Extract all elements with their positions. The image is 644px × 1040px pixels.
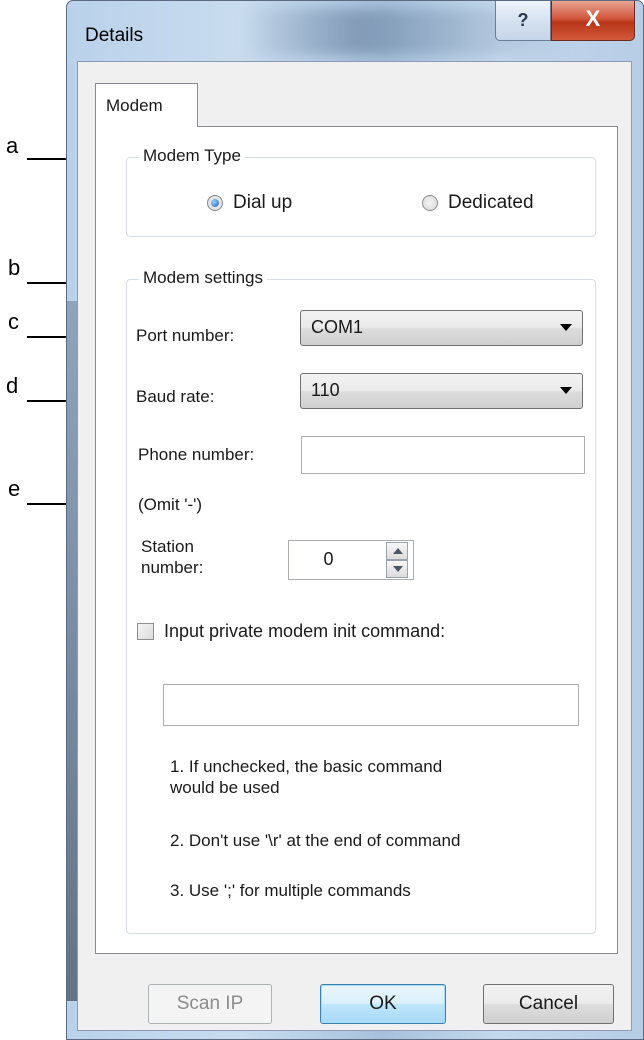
close-button[interactable]: X — [551, 1, 635, 41]
annotation-c: c — [8, 309, 19, 334]
note-3: 3. Use ';' for multiple commands — [170, 881, 411, 900]
radio-dial-up[interactable]: Dial up — [207, 192, 292, 214]
spin-down-icon[interactable] — [386, 560, 408, 578]
radio-dedicated-dot[interactable] — [422, 195, 438, 211]
annotation-b: b — [8, 255, 21, 280]
note-1-line2: would be used — [170, 778, 280, 797]
modem-tab-page: Modem Type Dial up Dedicated Modem setti… — [95, 126, 618, 954]
note-1-line1: 1. If unchecked, the basic command — [170, 757, 443, 776]
dialog-client-area: Modem Modem Type Dial up Dedicated Modem… — [77, 61, 632, 1031]
scan-ip-button[interactable]: Scan IP — [148, 984, 272, 1024]
modem-settings-legend: Modem settings — [139, 268, 267, 288]
omit-dash-hint: (Omit '-') — [138, 495, 203, 514]
private-init-label[interactable]: Input private modem init command: — [164, 621, 445, 642]
private-init-input[interactable] — [163, 684, 579, 726]
help-button[interactable]: ? — [495, 1, 551, 41]
annotation-d: d — [6, 373, 19, 398]
annotation-a: a — [6, 133, 19, 158]
port-number-select[interactable]: COM1 — [300, 310, 583, 346]
title-bar[interactable]: Details ? X — [67, 1, 643, 61]
baud-rate-select[interactable]: 110 — [300, 373, 583, 409]
station-number-label-line1: Station — [141, 537, 194, 556]
spin-up-icon[interactable] — [386, 542, 408, 560]
chevron-down-icon — [560, 324, 572, 331]
modem-type-legend: Modem Type — [139, 146, 245, 166]
private-init-checkbox[interactable] — [137, 623, 154, 640]
details-dialog: Details ? X Modem Modem Type Dial up Ded… — [66, 0, 644, 1040]
radio-dial-up-label: Dial up — [233, 192, 293, 213]
port-number-value: COM1 — [311, 317, 364, 337]
station-number-stepper[interactable]: 0 — [288, 540, 414, 580]
station-number-value: 0 — [323, 549, 334, 569]
modem-settings-group: Modem settings Port number: COM1 Baud ra… — [126, 268, 596, 934]
cancel-button[interactable]: Cancel — [483, 984, 614, 1024]
window-title: Details — [85, 25, 144, 46]
annotation-e: e — [8, 476, 21, 501]
phone-number-input[interactable] — [301, 436, 585, 474]
radio-dedicated[interactable]: Dedicated — [422, 192, 534, 214]
chevron-down-icon — [560, 387, 572, 394]
port-number-label: Port number: — [136, 326, 235, 345]
tab-modem[interactable]: Modem — [95, 83, 198, 127]
note-2: 2. Don't use '\r' at the end of command — [170, 831, 461, 850]
radio-dedicated-label: Dedicated — [448, 192, 534, 213]
ok-button[interactable]: OK — [320, 984, 446, 1024]
modem-type-group: Modem Type Dial up Dedicated — [126, 146, 596, 237]
baud-rate-value: 110 — [311, 380, 340, 400]
radio-dial-up-dot[interactable] — [207, 195, 223, 211]
station-number-label-line2: number: — [141, 558, 204, 577]
baud-rate-label: Baud rate: — [136, 387, 215, 406]
phone-number-label: Phone number: — [138, 445, 255, 464]
